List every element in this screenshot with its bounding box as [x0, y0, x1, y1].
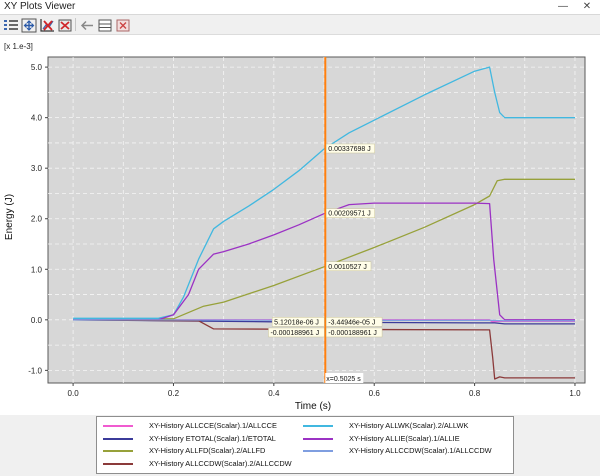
legend-label: XY-History ALLFD(Scalar).2/ALLFD: [149, 446, 266, 455]
y-tick-label: 2.0: [31, 215, 43, 224]
legend-list-button[interactable]: [2, 17, 20, 34]
fit-arrows-icon: [21, 18, 37, 33]
cursor-readout: 0.00209571 J: [328, 211, 370, 218]
window-title: XY Plots Viewer: [4, 1, 76, 12]
y-tick-label: 0.0: [31, 316, 43, 325]
arrow-left-icon: [80, 20, 93, 31]
x-axis-label: Time (s): [295, 401, 331, 412]
chart-clear-icon: [58, 19, 72, 32]
legend-swatch: [103, 437, 133, 440]
legend-swatch: [103, 425, 133, 427]
delete-all-button[interactable]: [56, 17, 74, 34]
y-tick-label: 1.0: [31, 265, 43, 274]
toolbar-separator: [75, 18, 76, 31]
cursor-readout: -0.000188961 J: [328, 330, 377, 337]
cursor-readout: -0.000188961 J: [270, 330, 319, 337]
y-tick-label: 5.0: [31, 63, 43, 72]
x-tick-label: 0.2: [168, 389, 180, 398]
close-button[interactable]: ✕: [580, 0, 594, 14]
y-tick-label: 3.0: [31, 164, 43, 173]
fit-view-button[interactable]: [20, 17, 38, 34]
legend-label: XY-History ALLWK(Scalar).2/ALLWK: [349, 421, 469, 430]
legend-entry[interactable]: XY-History ALLCCDW(Scalar).1/ALLCCDW: [303, 445, 503, 457]
cursor-readout: 0.00337698 J: [328, 146, 370, 153]
minimize-button[interactable]: —: [556, 0, 570, 14]
legend-entry[interactable]: XY-History ALLWK(Scalar).2/ALLWK: [303, 420, 503, 432]
cursor-readout: 0.0010527 J: [328, 264, 367, 271]
y-tick-label: 4.0: [31, 114, 43, 123]
plot-toolbar: [0, 15, 600, 35]
legend-entry[interactable]: XY-History ALLIE(Scalar).1/ALLIE: [303, 433, 503, 445]
title-bar: XY Plots Viewer — ✕: [0, 0, 600, 15]
scale-note: [x 1.e-3]: [4, 42, 33, 51]
x-tick-label: 0.6: [369, 389, 381, 398]
split-layout-icon: [98, 19, 112, 32]
legend-swatch: [103, 450, 133, 452]
legend-entry[interactable]: XY-History ALLFD(Scalar).2/ALLFD: [103, 445, 303, 457]
close-plot-icon: [116, 19, 130, 32]
x-tick-label: 1.0: [569, 389, 581, 398]
legend-label: XY-History ALLCCDW(Scalar).2/ALLCCDW: [149, 458, 292, 468]
x-tick-label: 0.8: [469, 389, 481, 398]
legend-swatch: [303, 437, 333, 440]
delete-curve-button[interactable]: [38, 17, 56, 34]
legend-entry[interactable]: XY-History ETOTAL(Scalar).1/ETOTAL: [103, 433, 303, 445]
legend-label: XY-History ETOTAL(Scalar).1/ETOTAL: [149, 433, 276, 443]
back-button[interactable]: [78, 17, 96, 34]
cursor-x-label: x=0.5025 s: [326, 376, 361, 383]
legend-label: XY-History ALLCCE(Scalar).1/ALLCCE: [149, 421, 277, 430]
chart-delete-icon: [40, 19, 54, 32]
y-axis-label: Energy (J): [4, 194, 15, 240]
legend-swatch: [303, 425, 333, 427]
legend-entry[interactable]: XY-History ALLCCDW(Scalar).2/ALLCCDW: [103, 458, 303, 470]
x-tick-label: 0.0: [68, 389, 80, 398]
legend-swatch: [103, 462, 133, 465]
layout-button[interactable]: [96, 17, 114, 34]
close-plot-button[interactable]: [114, 17, 132, 34]
legend-swatch: [303, 450, 333, 452]
legend-label: XY-History ALLIE(Scalar).1/ALLIE: [349, 433, 460, 443]
cursor-readout: 5.12018e-06 J: [274, 319, 319, 326]
legend-label: XY-History ALLCCDW(Scalar).1/ALLCCDW: [349, 446, 492, 455]
y-tick-label: -1.0: [28, 366, 42, 375]
legend: XY-History ALLCCE(Scalar).1/ALLCCE XY-His…: [96, 416, 514, 474]
list-icon: [4, 20, 18, 30]
cursor-readout: -3.44946e-05 J: [328, 319, 375, 326]
xy-plot: 0.0 0.2 0.4 0.6 0.8 1.0 -1.0 0.0 1.0 2.0 3.0 4.0 5.0…: [0, 35, 600, 415]
legend-entry[interactable]: XY-History ALLCCE(Scalar).1/ALLCCE: [103, 420, 303, 432]
x-tick-label: 0.4: [268, 389, 280, 398]
